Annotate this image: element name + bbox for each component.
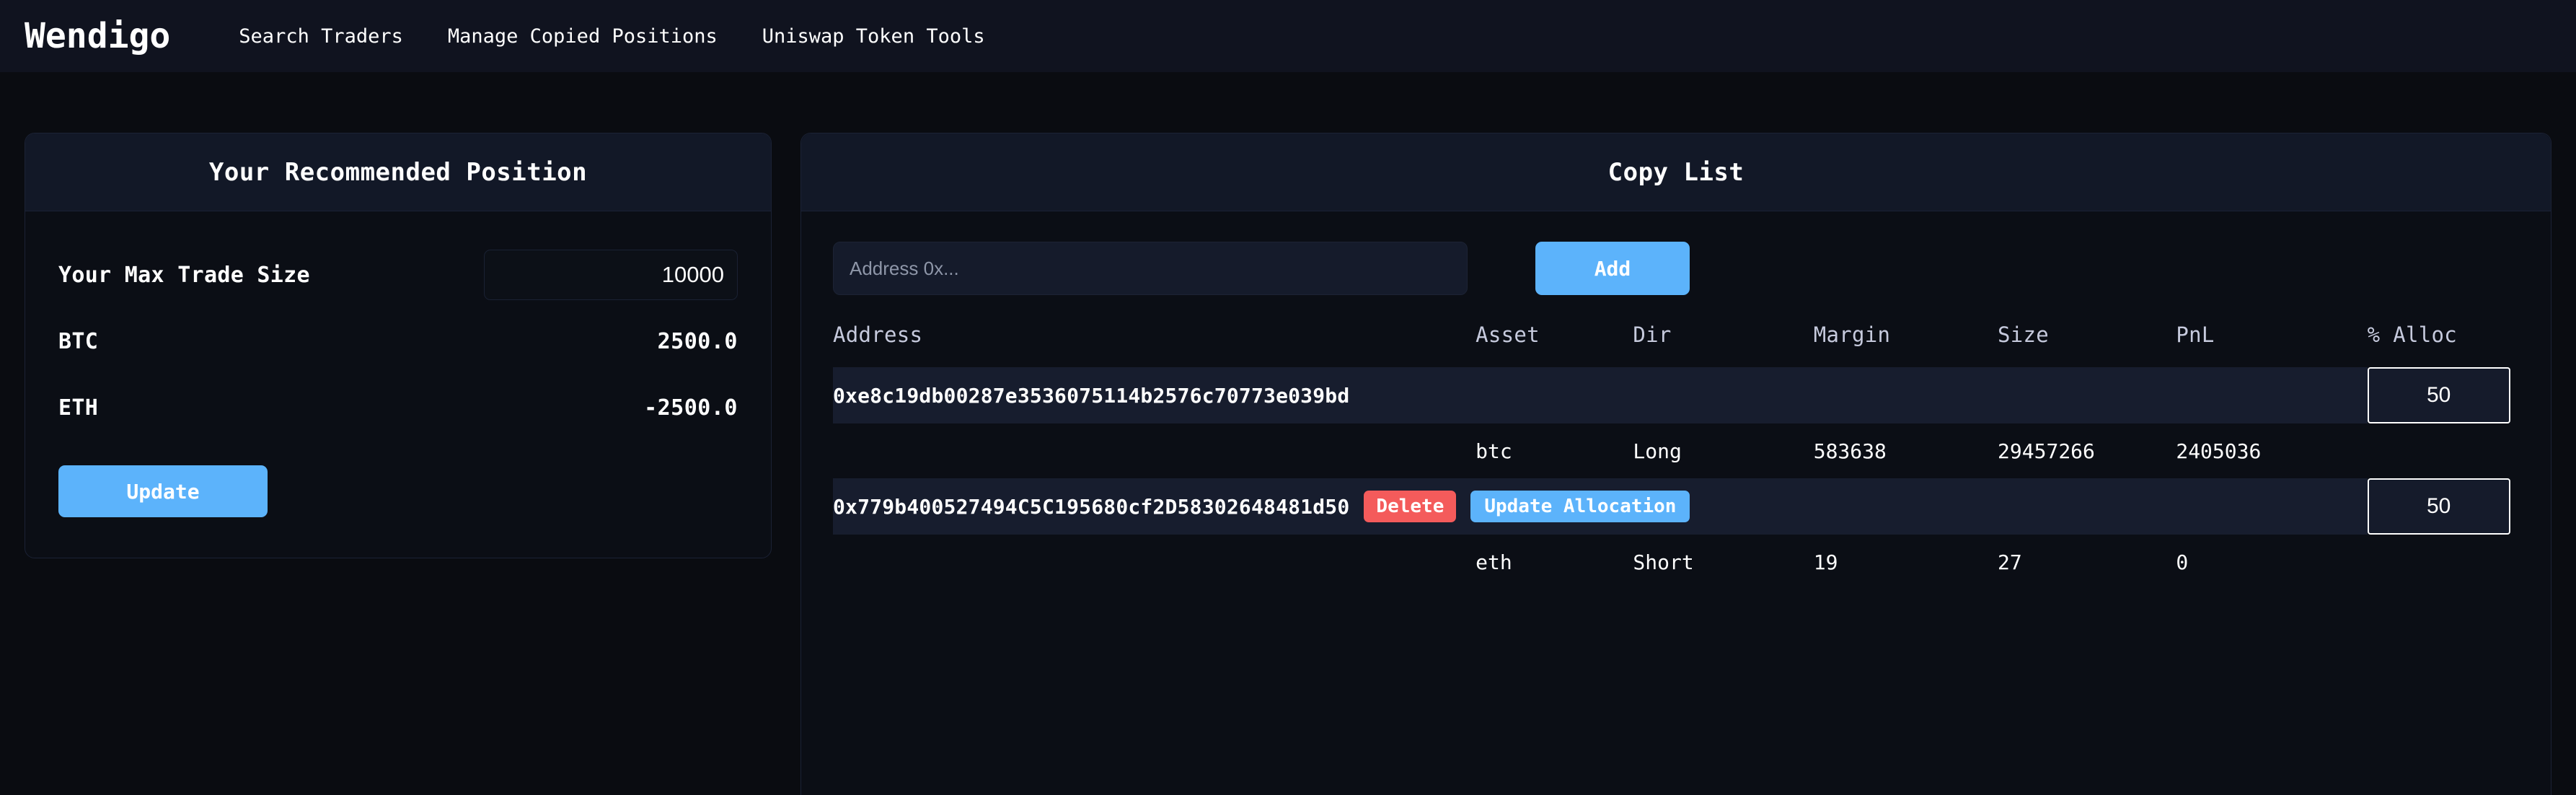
th-address: Address <box>833 322 923 347</box>
recommended-position-body: Your Max Trade Size BTC 2500.0 ETH -2500… <box>25 211 771 558</box>
position-address-spacer <box>833 535 1476 589</box>
address-text: 0xe8c19db00287e3536075114b2576c70773e039… <box>833 383 1350 408</box>
nav-links: Search Traders Manage Copied Positions U… <box>239 25 984 48</box>
copy-list-card: Copy List Add Address Asset <box>800 133 2551 795</box>
table-header-row: Address Asset Dir Margin Size PnL % Allo… <box>833 320 2519 367</box>
recommended-position-header: Your Recommended Position <box>25 133 771 211</box>
th-pnl: PnL <box>2176 322 2215 347</box>
position-asset: eth <box>1476 550 1512 574</box>
nav-link-uniswap-token-tools[interactable]: Uniswap Token Tools <box>762 25 985 48</box>
th-asset: Asset <box>1476 322 1540 347</box>
add-button[interactable]: Add <box>1535 242 1690 295</box>
address-cell: 0xe8c19db00287e3536075114b2576c70773e039… <box>833 367 2368 423</box>
table-row: eth Short 19 27 0 <box>833 535 2519 589</box>
eth-label: ETH <box>58 395 99 421</box>
position-pnl: 2405036 <box>2176 439 2262 463</box>
eth-value: -2500.0 <box>644 395 738 421</box>
copy-list-column: Copy List Add Address Asset <box>800 72 2576 795</box>
position-dir: Short <box>1633 550 1694 574</box>
page-content: Your Recommended Position Your Max Trade… <box>0 72 2576 795</box>
recommended-position-column: Your Recommended Position Your Max Trade… <box>0 72 800 558</box>
table-head: Address Asset Dir Margin Size PnL % Allo… <box>833 320 2519 367</box>
th-margin: Margin <box>1813 322 1891 347</box>
th-alloc: % Alloc <box>2367 322 2457 347</box>
address-input[interactable] <box>833 242 1468 295</box>
address-cell: 0x779b400527494C5C195680cf2D58302648481d… <box>833 478 2368 535</box>
th-dir: Dir <box>1633 322 1672 347</box>
max-trade-size-row: Your Max Trade Size <box>58 242 738 308</box>
recommended-position-title: Your Recommended Position <box>208 157 588 187</box>
th-size: Size <box>1998 322 2050 347</box>
eth-row: ETH -2500.0 <box>58 374 738 441</box>
add-address-row: Add <box>833 242 2519 295</box>
nav-link-search-traders[interactable]: Search Traders <box>239 25 403 48</box>
position-alloc-spacer <box>2368 535 2519 589</box>
table-row: btc Long 583638 29457266 2405036 <box>833 423 2519 478</box>
app-logo[interactable]: Wendigo <box>25 16 170 56</box>
table-body: 0xe8c19db00287e3536075114b2576c70773e039… <box>833 367 2519 589</box>
copy-list-title: Copy List <box>1607 157 1744 187</box>
table-row: 0xe8c19db00287e3536075114b2576c70773e039… <box>833 367 2519 423</box>
nav-link-manage-copied-positions[interactable]: Manage Copied Positions <box>448 25 718 48</box>
position-asset: btc <box>1476 439 1512 463</box>
recommended-position-card: Your Recommended Position Your Max Trade… <box>25 133 772 558</box>
position-dir: Long <box>1633 439 1682 463</box>
top-navbar: Wendigo Search Traders Manage Copied Pos… <box>0 0 2576 72</box>
position-address-spacer <box>833 423 1476 478</box>
alloc-input[interactable] <box>2367 367 2510 423</box>
table-row: 0x779b400527494C5C195680cf2D58302648481d… <box>833 478 2519 535</box>
btc-row: BTC 2500.0 <box>58 308 738 374</box>
btc-label: BTC <box>58 328 99 354</box>
alloc-cell <box>2367 367 2519 423</box>
copy-list-table: Address Asset Dir Margin Size PnL % Allo… <box>833 320 2519 589</box>
copy-list-header: Copy List <box>801 133 2551 211</box>
position-margin: 19 <box>1813 550 1838 574</box>
alloc-cell <box>2367 478 2519 535</box>
copy-list-body: Add Address Asset Dir Margin Size <box>801 211 2551 795</box>
alloc-input[interactable] <box>2367 478 2510 535</box>
btc-value: 2500.0 <box>657 328 738 354</box>
max-trade-size-input[interactable] <box>484 250 738 300</box>
position-size: 27 <box>1998 550 2022 574</box>
delete-button[interactable]: Delete <box>1364 491 1457 522</box>
position-size: 29457266 <box>1998 439 2095 463</box>
update-allocation-button[interactable]: Update Allocation <box>1470 491 1690 522</box>
position-pnl: 0 <box>2176 550 2189 574</box>
position-alloc-spacer <box>2368 423 2519 478</box>
max-trade-size-label: Your Max Trade Size <box>58 262 310 288</box>
update-button[interactable]: Update <box>58 465 268 517</box>
address-text: 0x779b400527494C5C195680cf2D58302648481d… <box>833 494 1350 519</box>
position-margin: 583638 <box>1813 439 1887 463</box>
